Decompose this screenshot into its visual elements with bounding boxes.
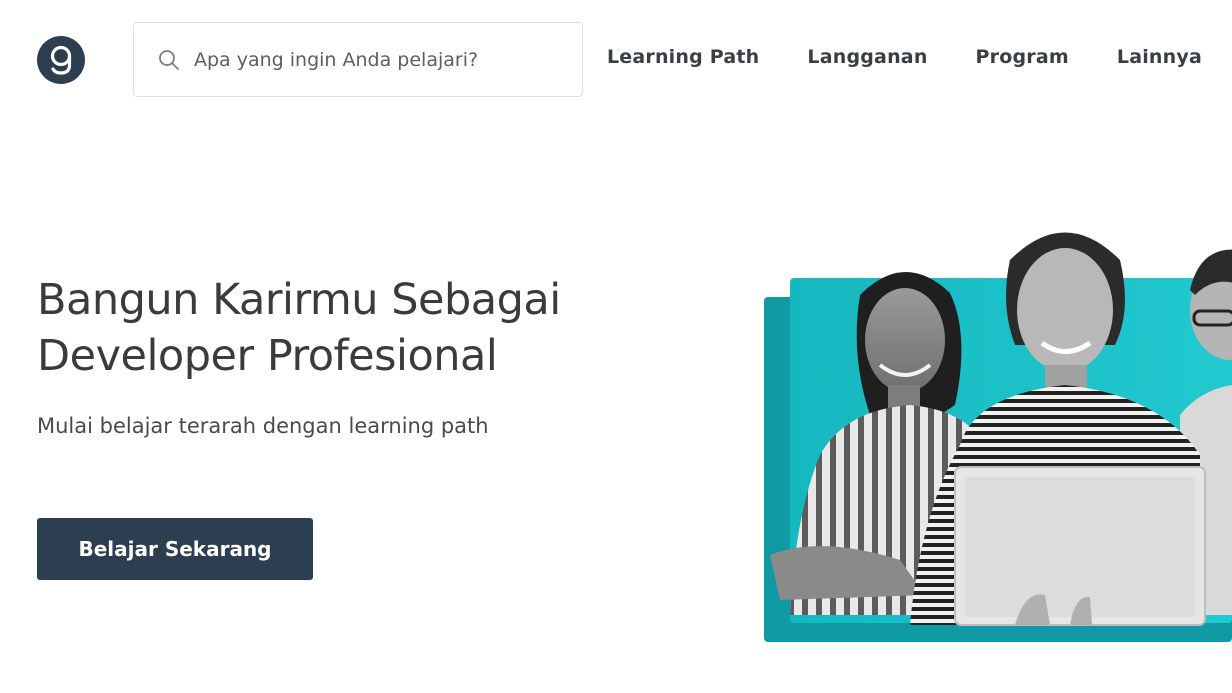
nav-program[interactable]: Program — [976, 46, 1069, 68]
nav-lainnya[interactable]: Lainnya — [1117, 46, 1202, 68]
hero-title-line-2: Developer Profesional — [37, 331, 498, 381]
hero-subtitle: Mulai belajar terarah dengan learning pa… — [37, 414, 489, 438]
nav-learning-path[interactable]: Learning Path — [607, 46, 759, 68]
search-input[interactable] — [194, 41, 564, 79]
main-nav: Learning Path Langganan Program Lainnya — [607, 46, 1202, 68]
dicoding-logo-icon — [50, 45, 72, 75]
search-icon — [159, 50, 179, 70]
hero-title-line-1: Bangun Karirmu Sebagai — [37, 275, 561, 325]
hero-students-image — [764, 232, 1232, 642]
logo[interactable] — [37, 36, 85, 84]
search-bar[interactable] — [133, 22, 583, 97]
hero-title: Bangun Karirmu Sebagai Developer Profesi… — [37, 272, 677, 384]
belajar-sekarang-button[interactable]: Belajar Sekarang — [37, 518, 313, 580]
nav-langganan[interactable]: Langganan — [807, 46, 927, 68]
